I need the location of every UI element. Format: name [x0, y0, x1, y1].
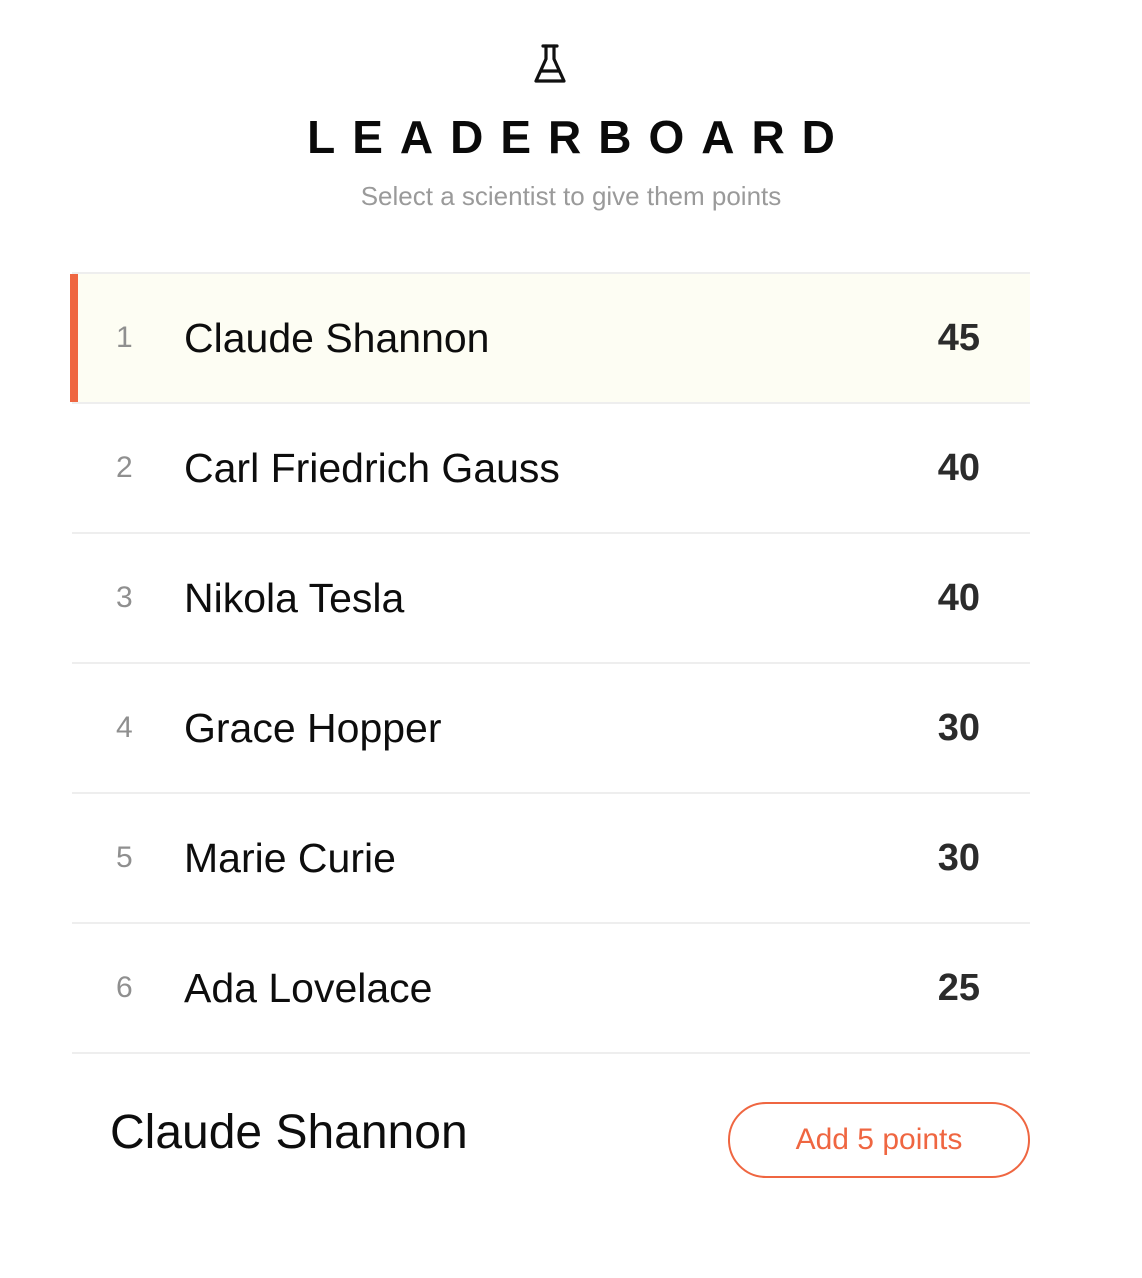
row-name: Marie Curie — [184, 835, 396, 881]
leaderboard-app: LEADERBOARD Select a scientist to give t… — [0, 0, 1142, 1278]
row-score: 30 — [937, 837, 980, 879]
row-rank: 6 — [116, 971, 133, 1004]
selected-scientist-name: Claude Shannon — [110, 1106, 468, 1159]
row-name: Claude Shannon — [184, 315, 490, 361]
flask-icon — [534, 44, 566, 83]
row-name: Ada Lovelace — [184, 965, 433, 1011]
leaderboard-row[interactable]: 1 Claude Shannon 45 — [70, 274, 1030, 404]
row-score: 40 — [937, 577, 980, 619]
page-subtitle: Select a scientist to give them points — [360, 181, 782, 211]
add-points-button[interactable]: Add 5 points — [728, 1102, 1030, 1178]
row-score: 30 — [937, 707, 980, 749]
leaderboard-row[interactable]: 2 Carl Friedrich Gauss 40 — [72, 404, 1030, 534]
row-score: 45 — [937, 317, 980, 359]
row-rank: 1 — [116, 321, 133, 354]
leaderboard-row[interactable]: 5 Marie Curie 30 — [72, 794, 1030, 924]
row-rank: 4 — [116, 711, 133, 744]
row-name: Nikola Tesla — [184, 575, 405, 621]
row-name: Grace Hopper — [184, 705, 442, 751]
row-rank: 3 — [116, 581, 133, 614]
row-score: 25 — [937, 967, 980, 1009]
leaderboard-list: 1 Claude Shannon 45 2 Carl Friedrich Gau… — [70, 272, 1030, 1054]
row-name: Carl Friedrich Gauss — [184, 445, 560, 491]
leaderboard-row[interactable]: 3 Nikola Tesla 40 — [72, 534, 1030, 664]
row-score: 40 — [937, 447, 980, 489]
row-rank: 5 — [116, 841, 133, 874]
leaderboard-row[interactable]: 4 Grace Hopper 30 — [72, 664, 1030, 794]
row-rank: 2 — [116, 451, 133, 484]
page-title: LEADERBOARD — [307, 111, 852, 163]
leaderboard-row[interactable]: 6 Ada Lovelace 25 — [72, 924, 1030, 1054]
